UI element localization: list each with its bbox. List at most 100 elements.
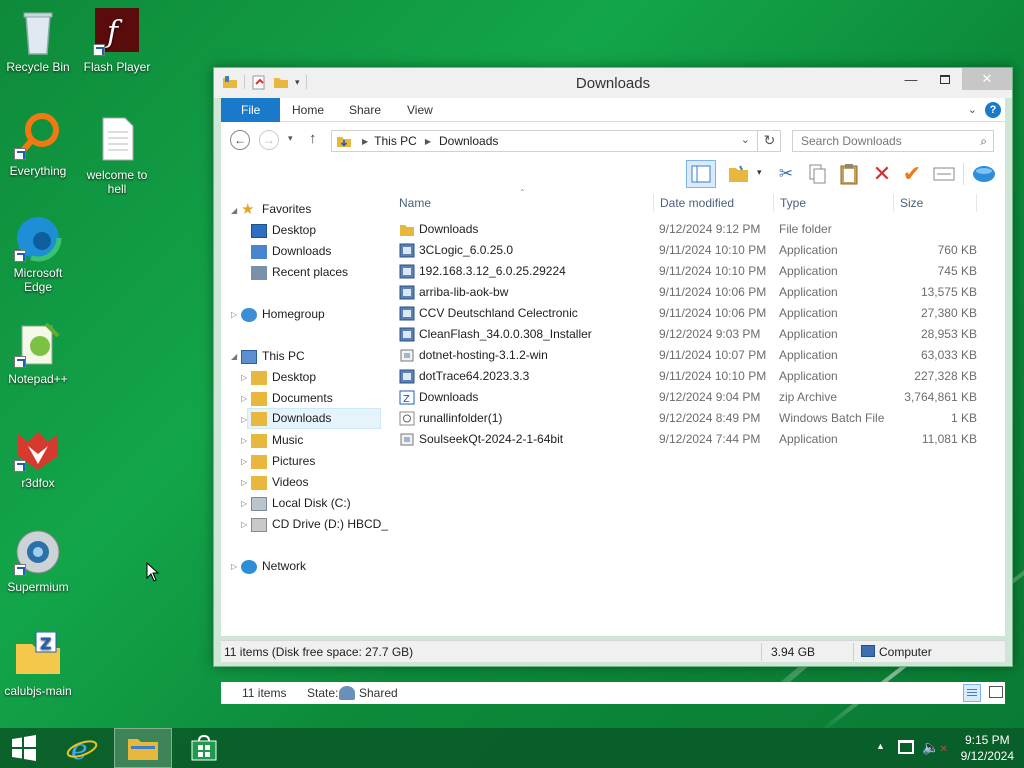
start-button[interactable] [0, 728, 48, 768]
taskbar-store[interactable] [180, 728, 228, 768]
nav-favorites[interactable]: ★ Favorites [241, 199, 311, 220]
nav-pc-documents[interactable]: Documents [251, 388, 333, 409]
nav-network[interactable]: Network [241, 556, 306, 577]
back-button[interactable]: ← [230, 130, 250, 150]
column-header-type[interactable]: Type [780, 196, 806, 210]
details-view-button[interactable] [963, 684, 981, 702]
column-header-size[interactable]: Size [900, 196, 923, 210]
expand-icon[interactable]: ▷ [241, 394, 247, 403]
column-header-date[interactable]: Date modified [660, 196, 734, 210]
desktop-icon-flash-player[interactable]: f Flash Player [79, 8, 155, 74]
nav-this-pc-label: This PC [262, 349, 305, 363]
recent-locations-icon[interactable]: ▾ [288, 133, 293, 144]
tab-share[interactable]: Share [335, 98, 395, 122]
column-divider[interactable] [976, 194, 977, 212]
table-row[interactable]: 3CLogic_6.0.25.0 9/11/2024 10:10 PM Applic… [391, 240, 991, 261]
expand-ribbon-icon[interactable]: ⌄ [968, 103, 977, 116]
copy-button[interactable] [805, 161, 831, 187]
delete-button[interactable]: ✕ [869, 161, 895, 187]
expand-homegroup-icon[interactable]: ▷ [231, 310, 237, 319]
nav-favorites-desktop[interactable]: Desktop [251, 220, 316, 241]
nav-favorites-label: Favorites [262, 202, 312, 216]
nav-pc-local-disk[interactable]: Local Disk (C:) [251, 493, 351, 514]
properties-card-icon [933, 167, 955, 181]
desktop-icon-supermium[interactable]: Supermium [0, 528, 76, 594]
nav-pc-downloads[interactable]: Downloads [247, 408, 381, 429]
nav-favorites-recent[interactable]: Recent places [251, 262, 348, 283]
expand-network-icon[interactable]: ▷ [231, 562, 237, 571]
table-row[interactable]: 192.168.3.12_6.0.25.29224 9/11/2024 10:10… [391, 261, 991, 282]
desktop-icon-everything[interactable]: Everything [0, 112, 76, 178]
breadcrumb-this-pc[interactable]: This PC [374, 134, 417, 148]
tab-home[interactable]: Home [278, 98, 338, 122]
nav-pc-pictures[interactable]: Pictures [251, 451, 315, 472]
expand-icon[interactable]: ▷ [241, 457, 247, 466]
table-row[interactable]: dotnet-hosting-3.1.2-win 9/11/2024 10:07 … [391, 345, 991, 366]
paste-button[interactable] [836, 161, 862, 187]
nav-this-pc[interactable]: This PC [241, 346, 305, 367]
tab-view[interactable]: View [393, 98, 447, 122]
network-tray-icon[interactable] [898, 740, 914, 754]
column-divider[interactable] [653, 194, 654, 212]
file-name: dotnet-hosting-3.1.2-win [419, 348, 548, 362]
preview-pane-button[interactable] [686, 160, 716, 188]
nav-favorites-downloads[interactable]: Downloads [251, 241, 331, 262]
column-divider[interactable] [773, 194, 774, 212]
refresh-icon[interactable]: ↻ [757, 130, 781, 152]
taskbar-internet-explorer[interactable]: e [58, 728, 106, 768]
show-hidden-icons-icon[interactable]: ▲ [876, 741, 885, 751]
up-arrow-icon[interactable]: ↑ [309, 130, 317, 147]
cut-button[interactable]: ✂ [773, 161, 799, 187]
search-input[interactable]: Search Downloads ⌕ [792, 130, 994, 152]
table-row[interactable]: Z Downloads 9/12/2024 9:04 PM zip Archive 3,… [391, 387, 991, 408]
properties-button[interactable] [931, 161, 957, 187]
taskbar-file-explorer[interactable] [114, 728, 172, 768]
table-row[interactable]: CleanFlash_34.0.0.308_Installer 9/12/2024… [391, 324, 991, 345]
nav-homegroup[interactable]: Homegroup [241, 304, 325, 325]
expand-this-pc-icon[interactable]: ◢ [231, 352, 237, 361]
tray-clock[interactable]: 9:15 PM 9/12/2024 [961, 732, 1014, 764]
open-folder-button[interactable] [726, 161, 752, 187]
expand-favorites-icon[interactable]: ◢ [231, 206, 237, 215]
breadcrumb-downloads[interactable]: Downloads [439, 134, 498, 148]
desktop-icon-calubjs-main[interactable]: Z calubjs-main [0, 631, 76, 698]
help-icon[interactable]: ? [985, 102, 1001, 118]
table-row[interactable]: Downloads 9/12/2024 9:12 PM File folder [391, 219, 991, 240]
table-row[interactable]: dotTrace64.2023.3.3 9/11/2024 10:10 PM App… [391, 366, 991, 387]
table-row[interactable]: arriba-lib-aok-bw 9/11/2024 10:06 PM Appli… [391, 282, 991, 303]
network-globe-button[interactable] [971, 161, 997, 187]
large-icons-view-button[interactable] [989, 686, 1003, 698]
desktop-icon-r3dfox[interactable]: r3dfox [0, 424, 76, 490]
nav-pc-cd-drive[interactable]: CD Drive (D:) HBCD_ [251, 514, 388, 535]
table-row[interactable]: SoulseekQt-2024-2-1-64bit 9/12/2024 7:44 … [391, 429, 991, 450]
rename-button[interactable]: ✔ [899, 161, 925, 187]
folder-dropdown-icon[interactable]: ▾ [757, 167, 762, 178]
expand-icon[interactable]: ▷ [241, 499, 247, 508]
expand-icon[interactable]: ▷ [241, 373, 247, 382]
column-header-name[interactable]: Name [399, 196, 431, 210]
expand-icon[interactable]: ▷ [241, 436, 247, 445]
expand-icon[interactable]: ▷ [241, 478, 247, 487]
title-bar[interactable]: ▾ Downloads — ✕ [214, 68, 1012, 98]
close-button[interactable]: ✕ [962, 68, 1012, 90]
volume-muted-icon[interactable]: 🔈✕ [922, 739, 948, 756]
forward-button[interactable]: → [259, 130, 279, 150]
file-list: ⌃ Name Date modified Type Size Downloads… [391, 188, 1005, 636]
tab-file[interactable]: File [221, 98, 281, 122]
file-date-modified: 9/12/2024 9:03 PM [659, 327, 761, 341]
nav-pc-videos[interactable]: Videos [251, 472, 308, 493]
column-divider[interactable] [893, 194, 894, 212]
maximize-button[interactable] [928, 68, 962, 90]
address-dropdown-icon[interactable]: ⌄ [741, 133, 750, 146]
table-row[interactable]: CCV Deutschland Celectronic 9/11/2024 10:… [391, 303, 991, 324]
desktop-icon-welcome-to-hell[interactable]: welcome to hell [79, 116, 155, 196]
table-row[interactable]: runallinfolder(1) 9/12/2024 8:49 PM Window… [391, 408, 991, 429]
desktop-icon-notepad-plus-plus[interactable]: Notepad++ [0, 320, 76, 386]
desktop-icon-recycle-bin[interactable]: Recycle Bin [0, 8, 76, 74]
desktop-icon-microsoft-edge[interactable]: Microsoft Edge [0, 214, 76, 294]
minimize-button[interactable]: — [894, 68, 928, 90]
nav-pc-music[interactable]: Music [251, 430, 303, 451]
expand-icon[interactable]: ▷ [241, 520, 247, 529]
address-bar[interactable]: ▶ This PC ▶ Downloads ⌄ ↻ [331, 130, 781, 152]
nav-pc-desktop[interactable]: Desktop [251, 367, 316, 388]
